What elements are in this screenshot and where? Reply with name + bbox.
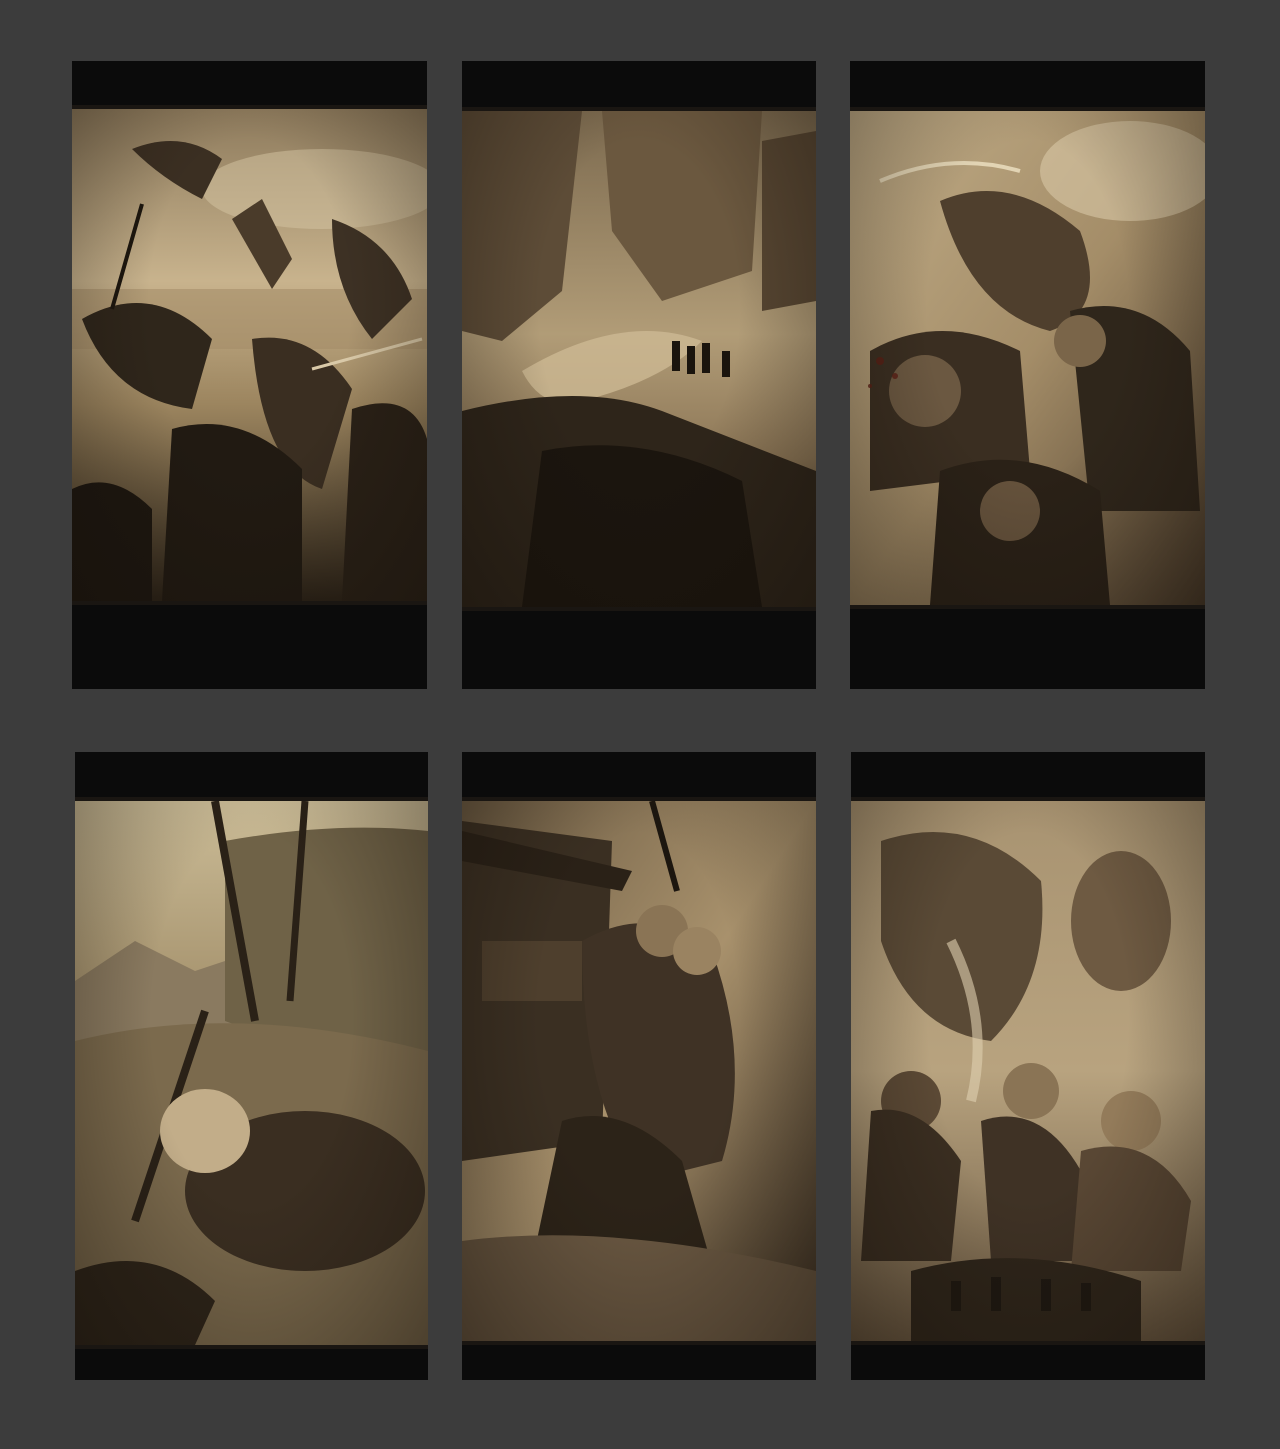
canyon-march-illustration [462, 107, 816, 611]
panel-canyon-march [462, 61, 816, 689]
canyon-scene-image [462, 111, 816, 607]
battle-scene-image [72, 109, 427, 601]
heroes-montage-illustration [851, 797, 1205, 1345]
panel-baby-battlefield [75, 752, 428, 1380]
attack-scene-image [850, 111, 1205, 605]
panel-battle-charge [72, 61, 427, 689]
infant-scene-image [75, 801, 428, 1345]
warrior-scene-image [462, 801, 816, 1341]
sword-attack-illustration [850, 107, 1205, 609]
infant-battlefield-illustration [75, 797, 428, 1349]
battle-charge-illustration [72, 105, 427, 605]
panel-warrior-carry [462, 752, 816, 1380]
heroes-scene-image [851, 801, 1205, 1341]
storyboard-grid [0, 0, 1280, 1449]
warrior-carry-illustration [462, 797, 816, 1345]
panel-sword-attack [850, 61, 1205, 689]
panel-heroes-montage [851, 752, 1205, 1380]
